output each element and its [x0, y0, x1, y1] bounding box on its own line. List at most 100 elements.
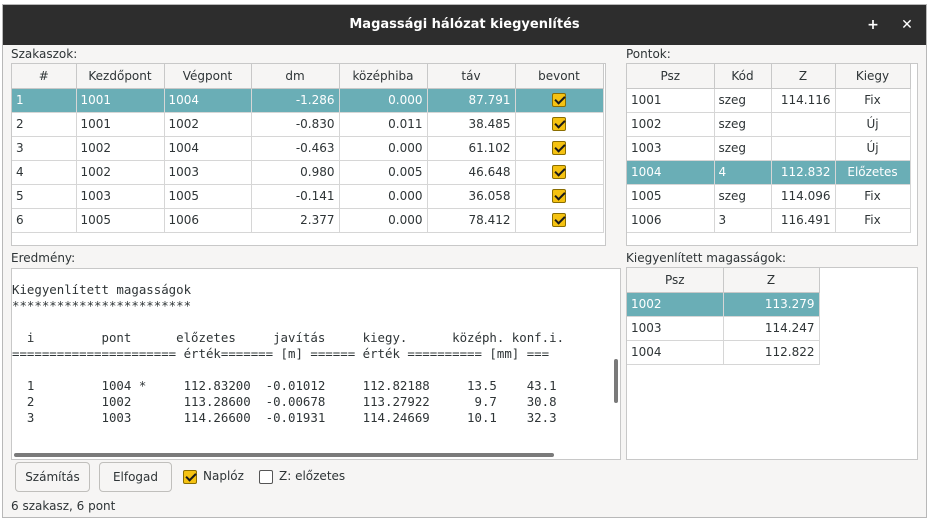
adjusted-row[interactable]: 1003 114.247: [627, 316, 820, 341]
segments-cell-dm[interactable]: 2.377: [251, 208, 340, 233]
segments-cell-start[interactable]: 1001: [76, 112, 165, 137]
segments-cell-start[interactable]: 1005: [76, 208, 165, 233]
points-cell-z[interactable]: 112.832: [771, 160, 836, 185]
segments-cell-dm[interactable]: -0.463: [251, 136, 340, 161]
segments-cell-num[interactable]: 2: [12, 112, 77, 137]
segments-row[interactable]: 6 1005 1006 2.377 0.000 78.412: [12, 208, 604, 233]
adjusted-row[interactable]: 1002 113.279: [627, 292, 820, 317]
segments-cell-distance[interactable]: 78.412: [427, 208, 516, 233]
segments-col-dm[interactable]: dm: [251, 64, 340, 89]
segments-row[interactable]: 4 1002 1003 0.980 0.005 46.648: [12, 160, 604, 185]
segments-cell-distance[interactable]: 36.058: [427, 184, 516, 209]
segments-cell-end[interactable]: 1005: [164, 184, 252, 209]
z-prelim-checkbox[interactable]: Z: előzetes: [259, 469, 345, 484]
points-row[interactable]: 1003 szeg Új: [627, 136, 911, 161]
checkbox-checked-icon[interactable]: [552, 141, 566, 156]
segments-cell-num[interactable]: 5: [12, 184, 77, 209]
adjusted-cell-psz[interactable]: 1002: [627, 292, 724, 317]
points-cell-psz[interactable]: 1003: [627, 136, 715, 161]
segments-cell-end[interactable]: 1004: [164, 88, 252, 113]
checkbox-checked-icon[interactable]: [552, 213, 566, 228]
adjusted-cell-z[interactable]: 114.247: [723, 316, 820, 341]
close-button[interactable]: ✕: [897, 15, 917, 35]
segments-cell-error[interactable]: 0.011: [339, 112, 428, 137]
segments-cell-end[interactable]: 1006: [164, 208, 252, 233]
segments-row[interactable]: 3 1002 1004 -0.463 0.000 61.102: [12, 136, 604, 161]
adjusted-col-z[interactable]: Z: [723, 268, 820, 293]
adjusted-cell-psz[interactable]: 1003: [627, 316, 724, 341]
segments-cell-dm[interactable]: -0.830: [251, 112, 340, 137]
segments-cell-included[interactable]: [515, 160, 604, 185]
adjusted-cell-psz[interactable]: 1004: [627, 340, 724, 365]
segments-row[interactable]: 5 1003 1005 -0.141 0.000 36.058: [12, 184, 604, 209]
segments-cell-distance[interactable]: 61.102: [427, 136, 516, 161]
segments-cell-included[interactable]: [515, 136, 604, 161]
checkbox-checked-icon[interactable]: [552, 93, 566, 108]
segments-col-included[interactable]: bevont: [515, 64, 604, 89]
points-row[interactable]: 1004 4 112.832 Előzetes: [627, 160, 911, 185]
points-cell-adjust[interactable]: Fix: [835, 88, 911, 113]
points-cell-adjust[interactable]: Fix: [835, 184, 911, 209]
segments-cell-included[interactable]: [515, 88, 604, 113]
segments-col-end[interactable]: Végpont: [164, 64, 252, 89]
points-cell-code[interactable]: szeg: [714, 88, 772, 113]
segments-cell-num[interactable]: 3: [12, 136, 77, 161]
points-cell-z[interactable]: [771, 112, 836, 137]
segments-cell-num[interactable]: 1: [12, 88, 77, 113]
horizontal-scrollbar[interactable]: [14, 453, 554, 457]
points-cell-z[interactable]: 114.096: [771, 184, 836, 209]
segments-row[interactable]: 2 1001 1002 -0.830 0.011 38.485: [12, 112, 604, 137]
points-row[interactable]: 1002 szeg Új: [627, 112, 911, 137]
points-col-code[interactable]: Kód: [714, 64, 772, 89]
checkbox-checked-icon[interactable]: [552, 165, 566, 180]
points-col-psz[interactable]: Psz: [627, 64, 715, 89]
points-cell-code[interactable]: 3: [714, 208, 772, 233]
segments-cell-included[interactable]: [515, 208, 604, 233]
segments-cell-distance[interactable]: 87.791: [427, 88, 516, 113]
points-cell-code[interactable]: szeg: [714, 112, 772, 137]
checkbox-checked-icon[interactable]: [552, 117, 566, 132]
result-textview[interactable]: Kiegyenlített magasságok ***************…: [11, 268, 621, 460]
segments-cell-distance[interactable]: 38.485: [427, 112, 516, 137]
segments-cell-end[interactable]: 1002: [164, 112, 252, 137]
segments-col-distance[interactable]: táv: [427, 64, 516, 89]
segments-cell-end[interactable]: 1004: [164, 136, 252, 161]
points-cell-psz[interactable]: 1005: [627, 184, 715, 209]
checkbox-checked-icon[interactable]: [552, 189, 566, 204]
segments-cell-start[interactable]: 1003: [76, 184, 165, 209]
segments-cell-error[interactable]: 0.000: [339, 136, 428, 161]
segments-cell-error[interactable]: 0.005: [339, 160, 428, 185]
segments-cell-start[interactable]: 1002: [76, 136, 165, 161]
segments-cell-num[interactable]: 6: [12, 208, 77, 233]
points-col-adjust[interactable]: Kiegy: [835, 64, 911, 89]
points-cell-code[interactable]: 4: [714, 160, 772, 185]
segments-cell-included[interactable]: [515, 184, 604, 209]
segments-cell-end[interactable]: 1003: [164, 160, 252, 185]
points-cell-code[interactable]: szeg: [714, 184, 772, 209]
points-cell-adjust[interactable]: Új: [835, 136, 911, 161]
segments-cell-error[interactable]: 0.000: [339, 88, 428, 113]
maximize-button[interactable]: +: [863, 15, 883, 35]
points-cell-adjust[interactable]: Fix: [835, 208, 911, 233]
points-cell-adjust[interactable]: Előzetes: [835, 160, 911, 185]
segments-cell-error[interactable]: 0.000: [339, 208, 428, 233]
accept-button[interactable]: Elfogad: [99, 462, 172, 492]
points-cell-psz[interactable]: 1002: [627, 112, 715, 137]
adjusted-cell-z[interactable]: 113.279: [723, 292, 820, 317]
segments-col-num[interactable]: #: [12, 64, 77, 89]
segments-cell-error[interactable]: 0.000: [339, 184, 428, 209]
segments-cell-dm[interactable]: -1.286: [251, 88, 340, 113]
points-cell-code[interactable]: szeg: [714, 136, 772, 161]
points-cell-z[interactable]: 116.491: [771, 208, 836, 233]
segments-cell-num[interactable]: 4: [12, 160, 77, 185]
points-cell-z[interactable]: [771, 136, 836, 161]
points-cell-psz[interactable]: 1001: [627, 88, 715, 113]
adjusted-cell-z[interactable]: 112.822: [723, 340, 820, 365]
segments-cell-dm[interactable]: 0.980: [251, 160, 340, 185]
points-cell-z[interactable]: 114.116: [771, 88, 836, 113]
points-row[interactable]: 1005 szeg 114.096 Fix: [627, 184, 911, 209]
segments-cell-included[interactable]: [515, 112, 604, 137]
segments-cell-start[interactable]: 1002: [76, 160, 165, 185]
segments-cell-start[interactable]: 1001: [76, 88, 165, 113]
segments-row[interactable]: 1 1001 1004 -1.286 0.000 87.791: [12, 88, 604, 113]
